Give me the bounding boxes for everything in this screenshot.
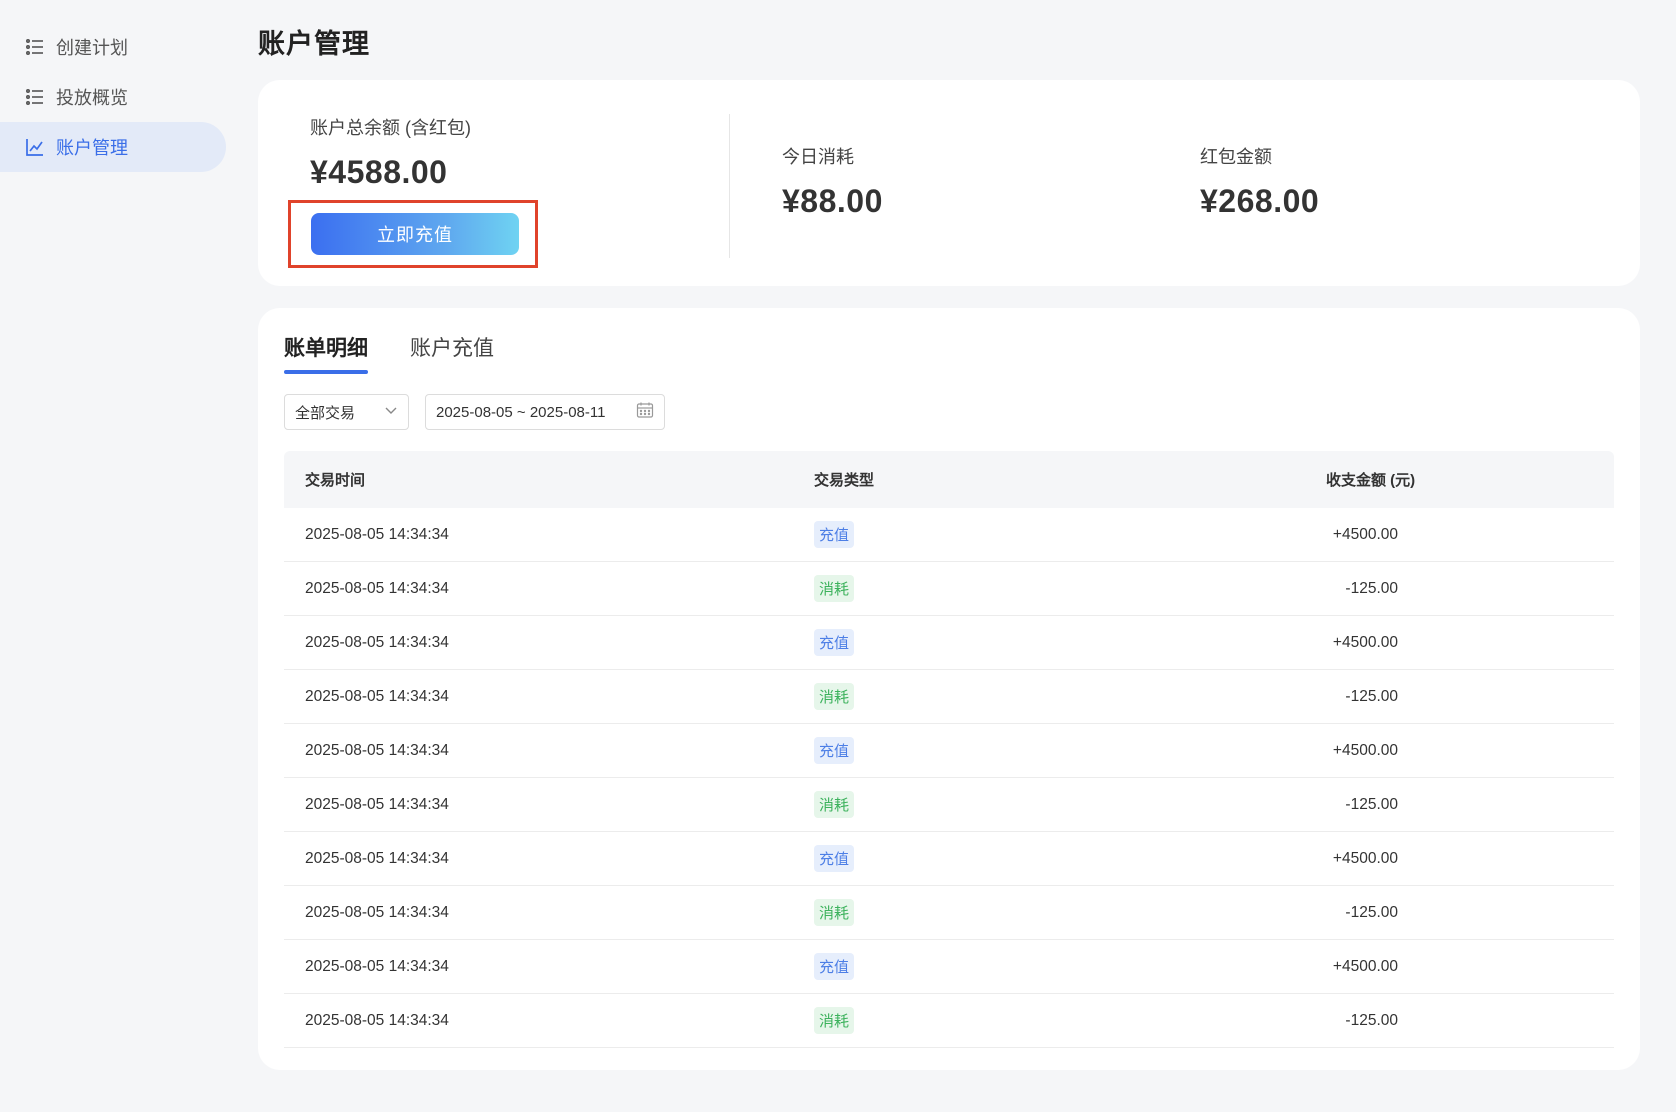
type-badge: 消耗 [814,1007,855,1034]
cell-type: 充值 [794,629,1318,656]
account-summary-card: 账户总余额 (含红包) ¥4588.00 立即充值 今日消耗 ¥88.00 红包… [258,80,1640,286]
table-row: 2025-08-05 14:34:34 充值 +4500.00 [284,616,1614,670]
header-time: 交易时间 [305,472,366,489]
recharge-highlight-box: 立即充值 [288,200,538,268]
redpacket-value: ¥268.00 [1200,183,1320,219]
type-badge: 充值 [814,845,855,872]
tab-bill-details[interactable]: 账单明细 [284,332,368,380]
cell-time: 2025-08-05 14:34:34 [305,957,449,975]
redpacket-label: 红包金额 [1200,147,1272,167]
list-icon [24,86,46,108]
type-badge: 消耗 [814,683,855,710]
cell-type: 消耗 [794,1007,1318,1034]
cell-type: 充值 [794,737,1318,764]
recharge-now-button[interactable]: 立即充值 [311,213,519,255]
page-title: 账户管理 [258,29,370,59]
balance-value: ¥4588.00 [310,154,448,190]
type-badge: 充值 [814,737,855,764]
cell-time: 2025-08-05 14:34:34 [305,687,449,705]
balance-block: 账户总余额 (含红包) ¥4588.00 [310,114,471,191]
today-spend-block: 今日消耗 ¥88.00 [782,143,883,220]
cell-type: 充值 [794,521,1318,548]
cell-amount: +4500.00 [1332,957,1398,975]
table-header: 交易时间 交易类型 收支金额 (元) [284,451,1614,508]
sidebar-item-label: 账户管理 [56,138,128,158]
redpacket-block: 红包金额 ¥268.00 [1200,143,1319,220]
cell-type: 消耗 [794,683,1318,710]
date-range-picker[interactable]: 2025-08-05 ~ 2025-08-11 [425,394,665,430]
table-row: 2025-08-05 14:34:34 充值 +4500.00 [284,724,1614,778]
transaction-type-select[interactable]: 全部交易 [284,394,409,430]
cell-time: 2025-08-05 14:34:34 [305,795,449,813]
today-spend-value: ¥88.00 [782,183,883,219]
type-badge: 充值 [814,953,855,980]
cell-time: 2025-08-05 14:34:34 [305,849,449,867]
chart-line-icon [24,136,46,158]
cell-amount: -125.00 [1345,579,1398,597]
cell-amount: -125.00 [1345,795,1398,813]
tabs: 账单明细 账户充值 [284,332,536,380]
table-row: 2025-08-05 14:34:34 消耗 -125.00 [284,562,1614,616]
main-content: 账户管理 账户总余额 (含红包) ¥4588.00 立即充值 今日消耗 ¥88.… [258,0,1640,1070]
sidebar-item-label: 创建计划 [56,38,128,58]
table-row: 2025-08-05 14:34:34 消耗 -125.00 [284,778,1614,832]
table-row: 2025-08-05 14:34:34 消耗 -125.00 [284,670,1614,724]
balance-label: 账户总余额 (含红包) [310,118,471,138]
type-badge: 消耗 [814,791,855,818]
date-range-value: 2025-08-05 ~ 2025-08-11 [436,403,606,421]
chevron-down-icon [384,403,398,421]
cell-time: 2025-08-05 14:34:34 [305,579,449,597]
cell-amount: -125.00 [1345,687,1398,705]
sidebar-item-label: 投放概览 [56,88,128,108]
type-badge: 充值 [814,629,855,656]
cell-time: 2025-08-05 14:34:34 [305,741,449,759]
header-amount: 收支金额 (元) [1326,472,1416,489]
cell-amount: +4500.00 [1332,741,1398,759]
sidebar-item-create-plan[interactable]: 创建计划 [0,22,226,72]
table-row: 2025-08-05 14:34:34 充值 +4500.00 [284,940,1614,994]
cell-time: 2025-08-05 14:34:34 [305,633,449,651]
cell-amount: -125.00 [1345,1011,1398,1029]
cell-type: 消耗 [794,791,1318,818]
filters: 全部交易 2025-08-05 ~ 2025-08-11 [284,394,665,430]
type-badge: 消耗 [814,575,855,602]
table-row: 2025-08-05 14:34:34 消耗 -125.00 [284,886,1614,940]
table-row: 2025-08-05 14:34:34 充值 +4500.00 [284,832,1614,886]
table-row: 2025-08-05 14:34:34 消耗 -125.00 [284,994,1614,1048]
sidebar-item-account[interactable]: 账户管理 [0,122,226,172]
cell-type: 充值 [794,953,1318,980]
calendar-icon [636,401,654,423]
bill-detail-card: 账单明细 账户充值 全部交易 2025-08-05 ~ 2025-08-11 交… [258,308,1640,1070]
list-icon [24,36,46,58]
cell-amount: +4500.00 [1332,849,1398,867]
table-body: 2025-08-05 14:34:34 充值 +4500.00 2025-08-05 … [284,508,1614,1048]
header-type: 交易类型 [814,472,875,489]
transaction-type-value: 全部交易 [295,404,356,422]
type-badge: 消耗 [814,899,855,926]
type-badge: 充值 [814,521,855,548]
cell-time: 2025-08-05 14:34:34 [305,525,449,543]
transactions-table: 交易时间 交易类型 收支金额 (元) 2025-08-05 14:34:34 充值… [284,451,1614,1048]
cell-time: 2025-08-05 14:34:34 [305,903,449,921]
tab-account-recharge[interactable]: 账户充值 [410,332,494,380]
cell-type: 消耗 [794,899,1318,926]
cell-type: 充值 [794,845,1318,872]
cell-time: 2025-08-05 14:34:34 [305,1011,449,1029]
divider [729,114,730,258]
cell-amount: +4500.00 [1332,525,1398,543]
cell-amount: -125.00 [1345,903,1398,921]
today-spend-label: 今日消耗 [782,147,854,167]
sidebar: 创建计划 投放概览 账户管理 [0,0,240,1112]
cell-amount: +4500.00 [1332,633,1398,651]
cell-type: 消耗 [794,575,1318,602]
sidebar-item-overview[interactable]: 投放概览 [0,72,226,122]
table-row: 2025-08-05 14:34:34 充值 +4500.00 [284,508,1614,562]
